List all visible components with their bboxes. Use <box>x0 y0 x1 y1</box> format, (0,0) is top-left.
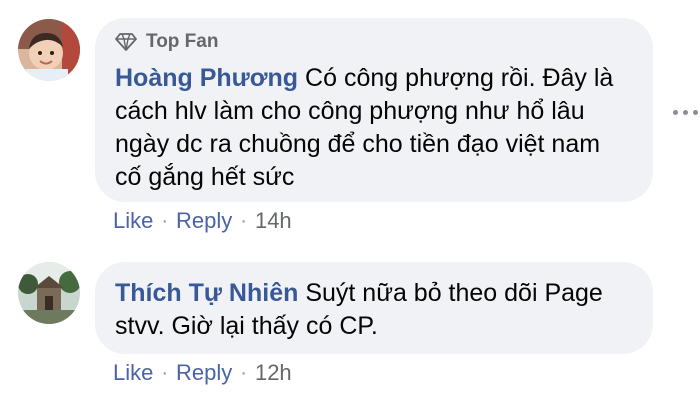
comment-text: Thích Tự Nhiên Suýt nữa bỏ theo dõi Page… <box>115 277 633 343</box>
comment-text: Hoàng Phương Có công phượng rồi. Đây là … <box>115 62 633 194</box>
author-name[interactable]: Hoàng Phương <box>115 64 298 92</box>
comment-bubble: Top Fan Hoàng Phương Có công phượng rồi.… <box>95 18 653 202</box>
reply-link[interactable]: Reply <box>176 208 232 234</box>
more-options-icon[interactable] <box>673 110 698 115</box>
temple-avatar-image <box>18 262 80 324</box>
comment-line: cách hlv làm cho công phượng như hổ lâu <box>115 97 585 125</box>
comment-actions: Like · Reply · 12h <box>113 360 292 386</box>
comment-line: cố gắng hết sức <box>115 163 295 191</box>
comment-line: Suýt nữa bỏ theo dõi Page <box>305 279 603 307</box>
separator: · <box>161 209 169 232</box>
comment-line: Có công phượng rồi. Đây là <box>305 64 614 92</box>
reply-link[interactable]: Reply <box>176 360 232 386</box>
comment-bubble: Thích Tự Nhiên Suýt nữa bỏ theo dõi Page… <box>95 262 653 354</box>
separator: · <box>240 361 247 384</box>
like-link[interactable]: Like <box>113 360 153 386</box>
comment-actions: Like · Reply · 14h <box>113 208 292 234</box>
timestamp[interactable]: 14h <box>255 208 292 234</box>
separator: · <box>161 361 169 384</box>
child-avatar-image <box>18 19 80 81</box>
diamond-icon <box>115 33 137 51</box>
author-name[interactable]: Thích Tự Nhiên <box>115 279 298 307</box>
comment-line: ngày dc ra chuồng để cho tiền đạo việt n… <box>115 130 601 158</box>
like-link[interactable]: Like <box>113 208 153 234</box>
badge-label: Top Fan <box>146 31 219 52</box>
top-fan-badge: Top Fan <box>115 28 633 56</box>
comment-line: stvv. Giờ lại thấy có CP. <box>115 312 378 340</box>
separator: · <box>240 209 247 232</box>
timestamp[interactable]: 12h <box>255 360 292 386</box>
avatar[interactable] <box>18 19 80 81</box>
avatar[interactable] <box>18 262 80 324</box>
